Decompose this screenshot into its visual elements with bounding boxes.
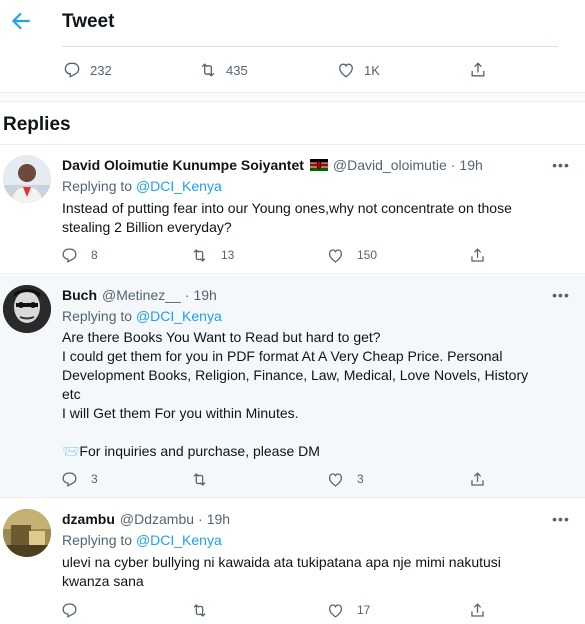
heart-icon <box>328 603 343 618</box>
timestamp[interactable]: 19h <box>207 511 230 527</box>
retweet-icon <box>193 603 206 617</box>
reply-text: Instead of putting fear into our Young o… <box>62 199 562 237</box>
share-icon <box>471 471 484 486</box>
reply-count: 8 <box>91 248 98 262</box>
text-line: I will Get them For you within Minutes. <box>62 405 299 421</box>
replying-to: Replying to @DCI_Kenya <box>62 308 222 324</box>
reply-text: Are there Books You Want to Read but har… <box>62 328 562 461</box>
like-button[interactable]: 3 <box>326 467 364 491</box>
replying-to-label: Replying to <box>62 532 133 548</box>
reply-text: ulevi na cyber bullying ni kawaida ata t… <box>62 553 562 591</box>
heart-icon <box>328 248 343 263</box>
reply-count: 3 <box>91 472 98 486</box>
more-options-icon[interactable]: ••• <box>551 288 571 310</box>
reply-icon <box>64 62 80 78</box>
avatar[interactable] <box>3 285 51 333</box>
retweet-icon <box>193 248 206 262</box>
like-count: 1K <box>364 62 380 78</box>
text-line: ulevi na cyber bullying ni kawaida ata t… <box>62 554 501 570</box>
reply-header: David Oloimutie Kunumpe Soiyantet @David… <box>62 157 483 173</box>
reply-action-bar: 8 13 150 <box>60 243 500 267</box>
text-line: Are there Books You Want to Read but har… <box>62 329 381 345</box>
retweet-button[interactable] <box>190 598 221 622</box>
tweet-action-bar: 232 435 1K <box>0 56 585 84</box>
retweet-button[interactable]: 435 <box>198 56 248 84</box>
reply-button[interactable]: 3 <box>60 467 98 491</box>
share-button[interactable] <box>468 56 496 84</box>
reply-action-bar: 3 3 <box>60 467 500 491</box>
user-handle[interactable]: @Metinez__ <box>102 287 181 303</box>
page-title: Tweet <box>62 11 115 32</box>
kenya-flag-icon <box>309 159 328 171</box>
like-button[interactable]: 1K <box>336 56 380 84</box>
reply-item[interactable]: Buch @Metinez__ · 19h ••• Replying to @D… <box>0 275 585 498</box>
text-line <box>62 423 562 442</box>
like-count: 150 <box>357 248 378 262</box>
heart-icon <box>339 63 353 78</box>
reply-action-bar: 17 <box>60 598 500 622</box>
reply-button[interactable]: 232 <box>62 56 112 84</box>
replying-to: Replying to @DCI_Kenya <box>62 178 222 194</box>
reply-icon <box>62 472 77 487</box>
replying-to-label: Replying to <box>62 308 133 324</box>
user-handle[interactable]: @David_oloimutie <box>333 157 447 173</box>
retweet-count: 13 <box>221 248 235 262</box>
display-name[interactable]: Buch <box>62 287 97 303</box>
replying-to: Replying to @DCI_Kenya <box>62 532 222 548</box>
back-arrow-icon[interactable] <box>8 8 34 34</box>
share-button[interactable] <box>468 598 499 622</box>
timestamp[interactable]: 19h <box>459 157 482 173</box>
replying-to-label: Replying to <box>62 178 133 194</box>
reply-header: Buch @Metinez__ · 19h <box>62 287 217 303</box>
reply-icon <box>62 248 77 263</box>
retweet-button[interactable]: 13 <box>190 243 234 267</box>
retweet-icon <box>201 63 215 77</box>
separator-dot: · <box>184 287 190 303</box>
share-icon <box>471 62 485 77</box>
retweet-icon <box>193 472 206 486</box>
reply-button[interactable] <box>60 598 91 622</box>
text-line: Development Books, Religion, Finance, La… <box>62 367 529 383</box>
reply-item[interactable]: dzambu @Ddzambu · 19h ••• Replying to @D… <box>0 499 585 624</box>
tweet-header: Tweet <box>0 0 585 46</box>
reply-icon <box>62 603 77 618</box>
separator-dot: · <box>450 157 456 173</box>
text-line: Instead of putting fear into our Young o… <box>62 200 512 216</box>
mention-link[interactable]: @DCI_Kenya <box>136 308 222 324</box>
section-separator <box>0 92 585 102</box>
divider <box>62 46 558 47</box>
like-count: 17 <box>357 603 371 617</box>
user-handle[interactable]: @Ddzambu <box>120 511 194 527</box>
reply-header: dzambu @Ddzambu · 19h <box>62 511 230 527</box>
separator-dot: · <box>198 511 203 527</box>
retweet-button[interactable] <box>190 467 221 491</box>
display-name[interactable]: David Oloimutie Kunumpe Soiyantet <box>62 157 304 173</box>
retweet-count: 435 <box>226 62 248 78</box>
mention-link[interactable]: @DCI_Kenya <box>136 178 222 194</box>
replies-heading: Replies <box>3 114 71 135</box>
timestamp[interactable]: 19h <box>193 287 216 303</box>
share-button[interactable] <box>468 467 499 491</box>
avatar[interactable] <box>3 155 51 203</box>
more-options-icon[interactable]: ••• <box>551 512 571 534</box>
avatar[interactable] <box>3 509 51 557</box>
share-icon <box>471 602 484 617</box>
heart-icon <box>328 472 343 487</box>
like-count: 3 <box>357 472 364 486</box>
more-options-icon[interactable]: ••• <box>551 158 571 180</box>
text-line: stealing 2 Billion everyday? <box>62 219 232 235</box>
display-name[interactable]: dzambu <box>62 511 115 527</box>
reply-count: 232 <box>90 62 112 78</box>
share-icon <box>471 247 484 262</box>
text-line: kwanza sana <box>62 573 144 589</box>
reply-item[interactable]: David Oloimutie Kunumpe Soiyantet @David… <box>0 145 585 274</box>
reply-button[interactable]: 8 <box>60 243 98 267</box>
text-line: etc <box>62 386 81 402</box>
text-line: 📨For inquiries and purchase, please DM <box>62 443 320 459</box>
like-button[interactable]: 17 <box>326 598 370 622</box>
share-button[interactable] <box>468 243 499 267</box>
mention-link[interactable]: @DCI_Kenya <box>136 532 222 548</box>
like-button[interactable]: 150 <box>326 243 377 267</box>
text-line: I could get them for you in PDF format A… <box>62 348 503 364</box>
